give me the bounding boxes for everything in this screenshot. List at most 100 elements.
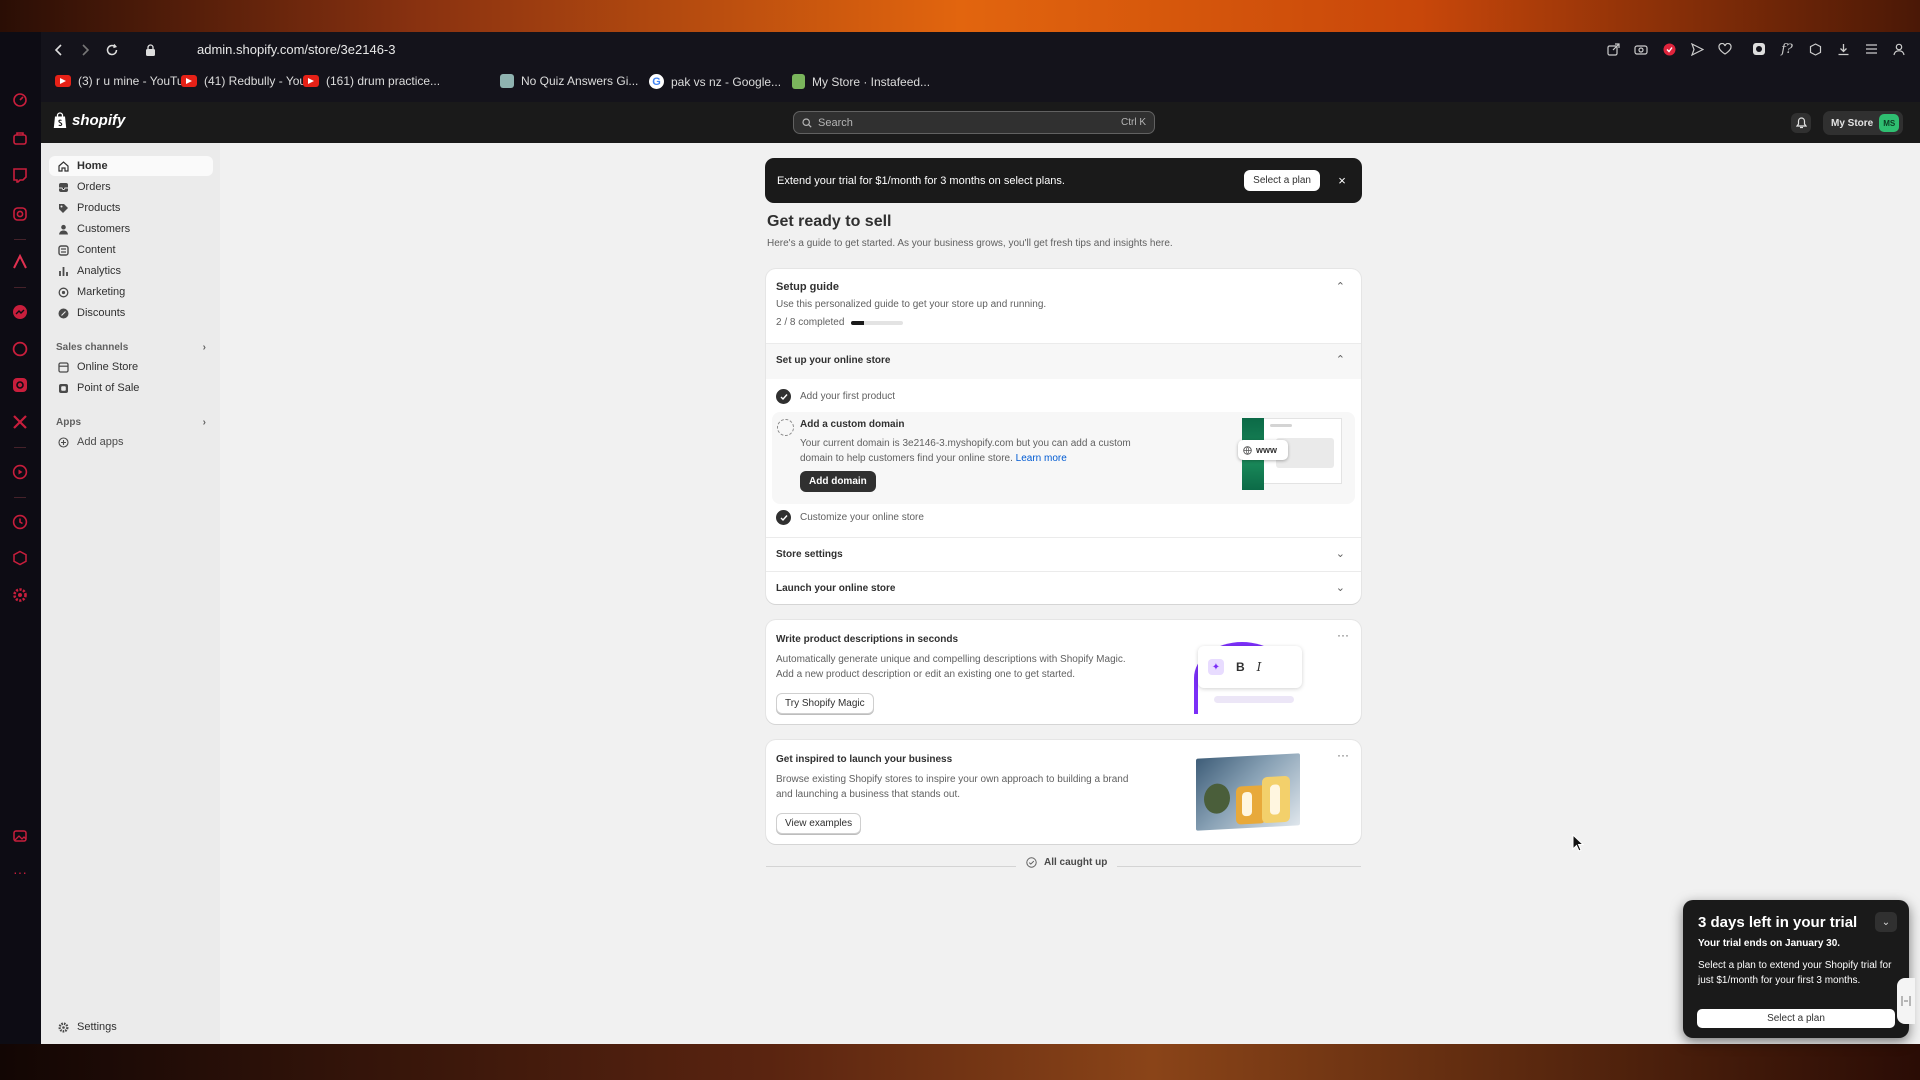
gear-icon[interactable] <box>10 585 30 605</box>
youtube-icon <box>181 75 197 87</box>
person-icon <box>57 223 69 235</box>
apps-header[interactable]: Apps › <box>56 417 206 428</box>
instagram-icon[interactable] <box>10 204 30 224</box>
setup-guide-description: Use this personalized guide to get your … <box>776 299 1047 310</box>
browser-side-panel: ··· <box>0 32 41 1044</box>
sidebar-item-customers[interactable]: Customers <box>49 219 213 239</box>
progress-fill <box>851 320 865 325</box>
lock-icon[interactable] <box>140 40 160 60</box>
reload-icon[interactable] <box>102 40 122 60</box>
trial-body: Select a plan to extend your Shopify tri… <box>1698 960 1892 986</box>
formula-extension-icon[interactable]: f? <box>1778 40 1796 58</box>
launch-store-section[interactable]: Launch your online store ⌄ <box>766 571 1361 604</box>
select-plan-button[interactable]: Select a plan <box>1697 1009 1895 1028</box>
page-subtitle: Here's a guide to get started. As your b… <box>767 238 1173 249</box>
progress-text: 2 / 8 completed <box>776 317 845 328</box>
bookmark-item[interactable]: No Quiz Answers Gi... <box>500 74 638 88</box>
sidebar-item-settings[interactable]: Settings <box>49 1017 213 1037</box>
progress-bar <box>851 320 904 325</box>
box-extension-icon[interactable] <box>1806 40 1824 58</box>
address-bar[interactable]: admin.shopify.com/store/3e2146-3 <box>197 42 395 57</box>
sidebar-item-products[interactable]: Products <box>49 198 213 218</box>
close-icon[interactable]: × <box>1334 173 1350 188</box>
task-customize-store[interactable]: Customize your online store <box>776 510 924 525</box>
notifications-bell-icon[interactable] <box>1791 113 1811 133</box>
sidebar-item-point-of-sale[interactable]: Point of Sale <box>49 378 213 398</box>
trial-banner: Extend your trial for $1/month for 3 mon… <box>765 158 1362 203</box>
admin-topbar: shopify Search Ctrl K My Store MS <box>41 102 1920 143</box>
chevron-down-icon[interactable]: ⌄ <box>1875 912 1897 932</box>
search-input[interactable]: Search Ctrl K <box>793 111 1155 134</box>
store-menu-button[interactable]: My Store MS <box>1823 111 1904 135</box>
more-actions-icon[interactable]: ··· <box>1337 748 1349 762</box>
back-icon[interactable] <box>49 40 69 60</box>
check-circle-outline-icon <box>1026 857 1037 868</box>
side-panel-tab[interactable] <box>1897 978 1915 1024</box>
download-icon[interactable] <box>1834 40 1852 58</box>
bag-icon[interactable] <box>10 128 30 148</box>
share-icon[interactable] <box>1604 40 1622 58</box>
player-icon[interactable] <box>10 462 30 482</box>
messenger-icon[interactable] <box>10 302 30 322</box>
sidebar-item-content[interactable]: Content <box>49 240 213 260</box>
shopify-bag-icon <box>53 112 67 128</box>
chevron-right-icon: › <box>202 417 206 428</box>
aria-icon[interactable] <box>10 252 30 272</box>
bookmark-item[interactable]: (161) drum practice... <box>303 74 440 88</box>
send-icon[interactable] <box>1688 40 1706 58</box>
sidebar-item-add-apps[interactable]: Add apps <box>49 432 213 452</box>
discount-icon <box>57 307 69 319</box>
sidebar-item-discounts[interactable]: Discounts <box>49 303 213 323</box>
sidebar-item-analytics[interactable]: Analytics <box>49 261 213 281</box>
chevron-up-icon[interactable]: ⌃ <box>1336 280 1345 293</box>
avatar: MS <box>1879 114 1900 132</box>
trial-end-text: Your trial ends on January 30. <box>1698 938 1841 949</box>
trial-popover: 3 days left in your trial ⌄ Your trial e… <box>1683 900 1909 1038</box>
domain-illustration: www <box>1238 418 1342 490</box>
more-actions-icon[interactable]: ··· <box>1337 628 1349 642</box>
search-icon <box>802 117 812 128</box>
learn-more-link[interactable]: Learn more <box>1016 453 1067 464</box>
youtube-icon <box>55 75 71 87</box>
bookmark-item[interactable]: My Store · Instafeed... <box>792 74 930 89</box>
browser-chrome: admin.shopify.com/store/3e2146-3 f? (3) … <box>41 32 1920 102</box>
view-examples-button[interactable]: View examples <box>776 813 862 834</box>
pos-icon <box>57 382 69 394</box>
sidebar-item-home[interactable]: Home <box>49 156 213 176</box>
add-domain-button[interactable]: Add domain <box>800 471 876 492</box>
select-plan-button[interactable]: Select a plan <box>1244 170 1320 191</box>
task-add-custom-domain: Add a custom domain Your current domain … <box>772 412 1355 504</box>
more-icon[interactable]: ··· <box>10 862 30 882</box>
store-settings-section[interactable]: Store settings ⌄ <box>766 537 1361 571</box>
bookmark-item[interactable]: (3) r u mine - YouTu... <box>55 74 194 88</box>
cube-icon[interactable] <box>10 548 30 568</box>
extension-icon[interactable] <box>1750 40 1768 58</box>
admin-sidebar: Home Orders Products Customers Content A… <box>41 143 220 1044</box>
profile-icon[interactable] <box>1890 40 1908 58</box>
bold-format-icon: B <box>1236 660 1245 674</box>
sales-channels-header[interactable]: Sales channels › <box>56 342 206 353</box>
history-icon[interactable] <box>10 512 30 532</box>
camera-icon[interactable] <box>1632 40 1650 58</box>
x-twitter-icon[interactable] <box>10 412 30 432</box>
home-icon <box>57 160 69 172</box>
instagram-icon[interactable] <box>10 375 30 395</box>
menu-icon[interactable] <box>1862 40 1880 58</box>
search-placeholder: Search <box>818 116 853 129</box>
sidebar-item-marketing[interactable]: Marketing <box>49 282 213 302</box>
try-shopify-magic-button[interactable]: Try Shopify Magic <box>776 693 874 714</box>
setup-online-store-section-header[interactable]: Set up your online store ⌃ <box>766 343 1361 379</box>
adblock-shield-icon[interactable] <box>1660 40 1678 58</box>
task-add-first-product[interactable]: Add your first product <box>776 389 895 404</box>
bookmark-item[interactable]: Gpak vs nz - Google... <box>649 74 781 89</box>
shopify-logo[interactable]: shopify <box>53 112 125 129</box>
sidebar-item-online-store[interactable]: Online Store <box>49 357 213 377</box>
sidebar-item-orders[interactable]: Orders <box>49 177 213 197</box>
forward-icon[interactable] <box>75 40 95 60</box>
heart-icon[interactable] <box>1716 40 1734 58</box>
speed-dial-icon[interactable] <box>10 90 30 110</box>
wallpaper-icon[interactable] <box>10 826 30 846</box>
whatsapp-icon[interactable] <box>10 339 30 359</box>
twitch-icon[interactable] <box>10 165 30 185</box>
bookmark-item[interactable]: (41) Redbully - You... <box>181 74 316 88</box>
